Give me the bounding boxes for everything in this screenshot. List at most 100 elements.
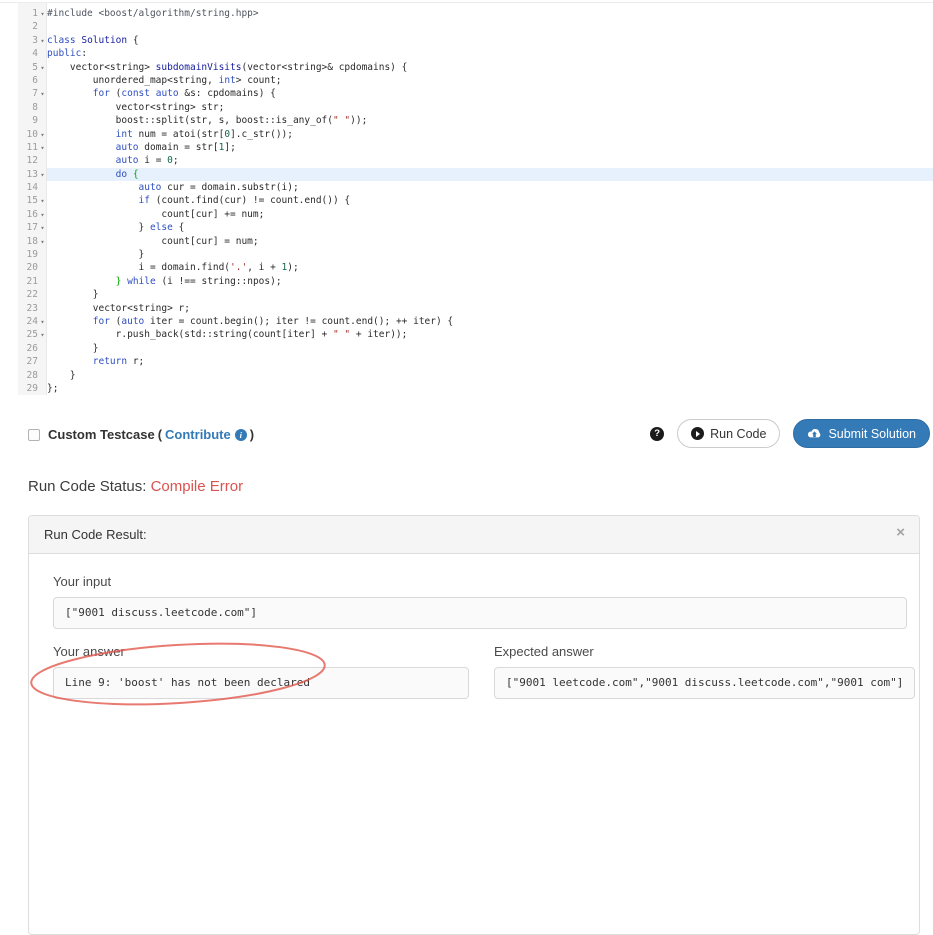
code-editor[interactable]: 1▾#include <boost/algorithm/string.hpp>2… [0, 2, 933, 395]
code-line[interactable]: 4public: [0, 47, 933, 60]
line-number: 22 [0, 288, 38, 301]
code-text: unordered_map<string, int> count; [47, 74, 933, 87]
code-line[interactable]: 12 auto i = 0; [0, 154, 933, 167]
info-icon[interactable]: i [235, 429, 247, 441]
line-number: 26 [0, 342, 38, 355]
code-text: count[cur] = num; [47, 235, 933, 248]
fold-spacer [38, 101, 47, 114]
contribute-link[interactable]: Contribute [165, 427, 231, 442]
line-number: 1 [0, 7, 38, 20]
code-line[interactable]: 17▾ } else { [0, 221, 933, 234]
code-line[interactable]: 11▾ auto domain = str[1]; [0, 141, 933, 154]
fold-spacer [38, 181, 47, 194]
line-number: 10 [0, 128, 38, 141]
fold-arrow-icon[interactable]: ▾ [38, 168, 47, 181]
custom-testcase-checkbox[interactable] [28, 429, 40, 441]
code-line[interactable]: 20 i = domain.find('.', i + 1); [0, 261, 933, 274]
run-code-button[interactable]: Run Code [677, 419, 780, 448]
fold-arrow-icon[interactable]: ▾ [38, 328, 47, 341]
fold-arrow-icon[interactable]: ▾ [38, 194, 47, 207]
code-line[interactable]: 27 return r; [0, 355, 933, 368]
code-text: } [47, 342, 933, 355]
code-line[interactable]: 1▾#include <boost/algorithm/string.hpp> [0, 7, 933, 20]
fold-arrow-icon[interactable]: ▾ [38, 141, 47, 154]
line-number: 19 [0, 248, 38, 261]
fold-spacer [38, 114, 47, 127]
fold-spacer [38, 20, 47, 33]
code-line[interactable]: 8 vector<string> str; [0, 101, 933, 114]
expected-answer-value: ["9001 leetcode.com","9001 discuss.leetc… [494, 667, 915, 699]
help-icon[interactable]: ? [650, 427, 664, 441]
paren-close: ) [250, 427, 254, 442]
status-label: Run Code Status: [28, 478, 146, 495]
code-text: vector<string> r; [47, 302, 933, 315]
fold-arrow-icon[interactable]: ▾ [38, 235, 47, 248]
fold-arrow-icon[interactable]: ▾ [38, 315, 47, 328]
fold-arrow-icon[interactable]: ▾ [38, 7, 47, 20]
close-icon[interactable]: × [896, 525, 905, 540]
code-line[interactable]: 9 boost::split(str, s, boost::is_any_of(… [0, 114, 933, 127]
code-text: auto domain = str[1]; [47, 141, 933, 154]
code-line[interactable]: 22 } [0, 288, 933, 301]
code-line[interactable]: 7▾ for (const auto &s: cpdomains) { [0, 87, 933, 100]
code-line[interactable]: 6 unordered_map<string, int> count; [0, 74, 933, 87]
code-line[interactable]: 21 } while (i !== string::npos); [0, 275, 933, 288]
fold-arrow-icon[interactable]: ▾ [38, 128, 47, 141]
code-line[interactable]: 13▾ do { [0, 168, 933, 181]
code-line[interactable]: 28 } [0, 369, 933, 382]
code-line[interactable]: 29}; [0, 382, 933, 395]
code-line[interactable]: 18▾ count[cur] = num; [0, 235, 933, 248]
line-number: 12 [0, 154, 38, 167]
line-number: 16 [0, 208, 38, 221]
line-number: 2 [0, 20, 38, 33]
code-line[interactable]: 15▾ if (count.find(cur) != count.end()) … [0, 194, 933, 207]
your-answer-value: Line 9: 'boost' has not been declared [53, 667, 469, 699]
code-text: for (const auto &s: cpdomains) { [47, 87, 933, 100]
line-number: 14 [0, 181, 38, 194]
code-text: } else { [47, 221, 933, 234]
line-number: 23 [0, 302, 38, 315]
code-line[interactable]: 19 } [0, 248, 933, 261]
code-text: auto cur = domain.substr(i); [47, 181, 933, 194]
code-line[interactable]: 26 } [0, 342, 933, 355]
code-line[interactable]: 2 [0, 20, 933, 33]
fold-spacer [38, 275, 47, 288]
line-number: 20 [0, 261, 38, 274]
your-input-label: Your input [53, 574, 907, 589]
line-number: 24 [0, 315, 38, 328]
fold-arrow-icon[interactable]: ▾ [38, 221, 47, 234]
code-line[interactable]: 5▾ vector<string> subdomainVisits(vector… [0, 61, 933, 74]
line-number: 13 [0, 168, 38, 181]
code-line[interactable]: 16▾ count[cur] += num; [0, 208, 933, 221]
code-line[interactable]: 10▾ int num = atoi(str[0].c_str()); [0, 128, 933, 141]
code-text: for (auto iter = count.begin(); iter != … [47, 315, 933, 328]
custom-testcase-label: Custom Testcase [48, 427, 155, 442]
code-line[interactable]: 3▾class Solution { [0, 34, 933, 47]
code-line[interactable]: 14 auto cur = domain.substr(i); [0, 181, 933, 194]
custom-testcase-bar: Custom Testcase ( Contribute i ) [28, 427, 257, 442]
result-panel-body: Your input ["9001 discuss.leetcode.com"]… [29, 554, 919, 719]
run-code-status: Run Code Status: Compile Error [28, 478, 243, 495]
code-text: }; [47, 382, 933, 395]
line-number: 15 [0, 194, 38, 207]
code-text: } while (i !== string::npos); [47, 275, 933, 288]
code-line[interactable]: 23 vector<string> r; [0, 302, 933, 315]
line-number: 21 [0, 275, 38, 288]
fold-arrow-icon[interactable]: ▾ [38, 61, 47, 74]
line-number: 6 [0, 74, 38, 87]
code-line[interactable]: 25▾ r.push_back(std::string(count[iter] … [0, 328, 933, 341]
fold-arrow-icon[interactable]: ▾ [38, 208, 47, 221]
fold-spacer [38, 355, 47, 368]
fold-arrow-icon[interactable]: ▾ [38, 34, 47, 47]
code-text: auto i = 0; [47, 154, 933, 167]
code-text: vector<string> str; [47, 101, 933, 114]
fold-spacer [38, 369, 47, 382]
line-number: 9 [0, 114, 38, 127]
your-answer-label: Your answer [53, 644, 469, 659]
fold-spacer [38, 382, 47, 395]
submit-solution-button[interactable]: Submit Solution [793, 419, 930, 448]
code-text: boost::split(str, s, boost::is_any_of(" … [47, 114, 933, 127]
code-line[interactable]: 24▾ for (auto iter = count.begin(); iter… [0, 315, 933, 328]
fold-spacer [38, 288, 47, 301]
fold-arrow-icon[interactable]: ▾ [38, 87, 47, 100]
